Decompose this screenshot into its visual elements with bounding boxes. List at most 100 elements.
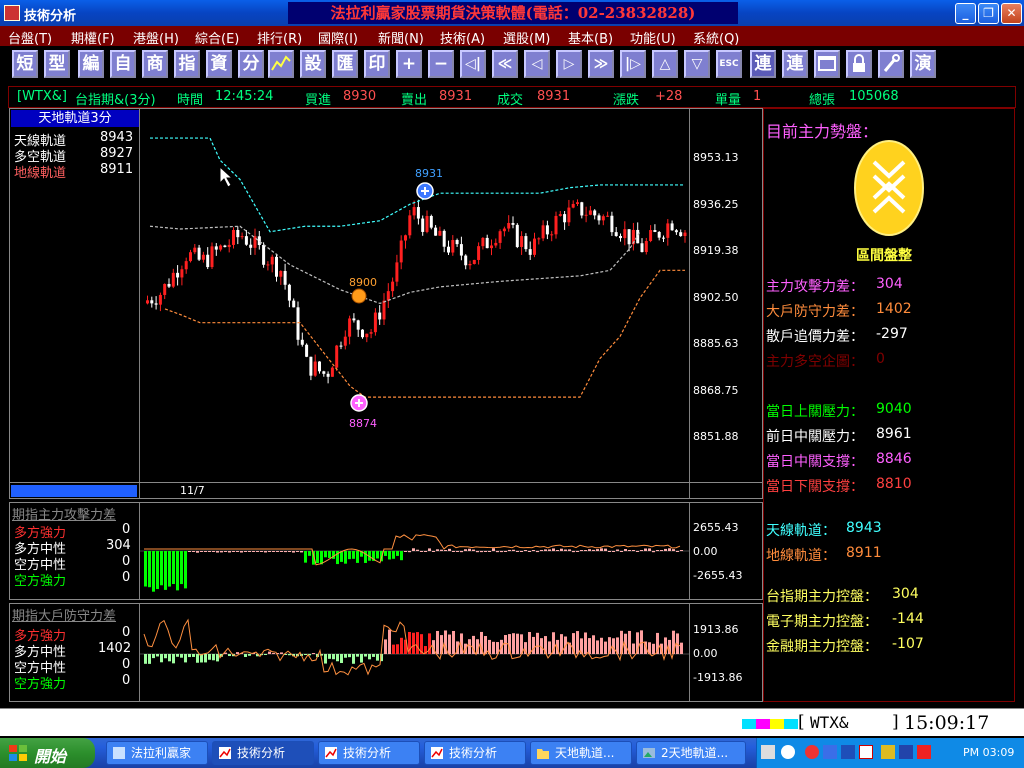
maximize-button[interactable]: ❐	[978, 3, 999, 24]
tray-app-icon-7[interactable]	[899, 745, 913, 759]
defense-bar	[272, 653, 275, 654]
last-page-button[interactable]: |▷	[620, 50, 646, 78]
zoom-out-button[interactable]: −	[428, 50, 454, 78]
tray-app-icon-1[interactable]	[761, 745, 775, 759]
minimize-button[interactable]: _	[955, 3, 976, 24]
defense-bar	[304, 654, 307, 655]
fast-back-button[interactable]: ≪	[492, 50, 518, 78]
defense-bar	[192, 654, 195, 657]
toolbar-minute-button[interactable]: 分	[238, 50, 264, 78]
chart-icon[interactable]	[268, 50, 294, 78]
up-button[interactable]: △	[652, 50, 678, 78]
candle-body	[674, 230, 678, 233]
tray-app-icon-5[interactable]	[859, 745, 873, 759]
attack-bar	[152, 551, 155, 592]
attack-bar	[388, 551, 391, 560]
toolbar-link2-button[interactable]: 連	[782, 50, 808, 78]
task-technical-analysis-2[interactable]: 技術分析	[318, 741, 420, 765]
close-button[interactable]: ✕	[1001, 3, 1022, 24]
menu-system[interactable]: 系統(Q)	[693, 28, 739, 47]
toolbar-print-button[interactable]: 印	[364, 50, 390, 78]
menu-functions[interactable]: 功能(U)	[630, 28, 676, 47]
attack-bar	[460, 551, 463, 553]
back-button[interactable]: ◁	[524, 50, 550, 78]
quote-name: 台指期&(3分)	[75, 93, 156, 108]
attack-bar	[488, 551, 491, 552]
level-upper-pressure-value: 9040	[876, 401, 912, 417]
fast-forward-button[interactable]: ≫	[588, 50, 614, 78]
candle-body	[240, 236, 244, 238]
toolbar-link-button[interactable]: 連	[750, 50, 776, 78]
lock-icon[interactable]	[846, 50, 872, 78]
tray-help-icon[interactable]	[781, 745, 795, 759]
start-button[interactable]: 開始	[0, 738, 95, 768]
toolbar-demo-button[interactable]: 演	[910, 50, 936, 78]
menu-stock-picking[interactable]: 選股(M)	[503, 28, 550, 47]
defense-histogram[interactable]	[140, 604, 689, 701]
candle-body	[300, 339, 304, 345]
toolbar-product-button[interactable]: 商	[142, 50, 168, 78]
tray-app-icon-8[interactable]	[917, 745, 931, 759]
first-page-button[interactable]: ◁|	[460, 50, 486, 78]
task-image-sky-rail[interactable]: 2天地軌道...	[636, 741, 746, 765]
toolbar-index-button[interactable]: 指	[174, 50, 200, 78]
candle-body	[193, 247, 197, 253]
tray-app-icon-4[interactable]	[841, 745, 855, 759]
app-icon	[113, 747, 125, 759]
menu-ranking[interactable]: 排行(R)	[257, 28, 302, 47]
toolbar-export-button[interactable]: 匯	[332, 50, 358, 78]
toolbar-short-button[interactable]: 短	[12, 50, 38, 78]
defense-bar	[548, 641, 551, 654]
toolbar-type-button[interactable]: 型	[44, 50, 70, 78]
attack-bar	[172, 551, 175, 585]
task-folder-sky-rail[interactable]: 天地軌道...	[530, 741, 632, 765]
menu-news[interactable]: 新聞(N)	[378, 28, 424, 47]
quote-change-label: 漲跌	[613, 93, 640, 108]
tools-icon[interactable]	[878, 50, 904, 78]
attack-histogram[interactable]	[140, 503, 689, 599]
tray-app-icon-3[interactable]	[823, 745, 837, 759]
attack-bar	[400, 551, 403, 561]
menu-fundamental[interactable]: 基本(B)	[568, 28, 613, 47]
candle-body	[550, 234, 554, 236]
toolbar-custom-button[interactable]: 自	[110, 50, 136, 78]
tray-app-icon-6[interactable]	[881, 745, 895, 759]
menu-hk[interactable]: 港盤(H)	[133, 28, 179, 47]
esc-button[interactable]: ESC	[716, 50, 742, 78]
forward-button[interactable]: ▷	[556, 50, 582, 78]
candlestick-chart[interactable]	[140, 109, 689, 481]
scroll-position-bar[interactable]	[11, 485, 137, 497]
menu-taipan[interactable]: 台盤(T)	[8, 28, 52, 47]
down-button[interactable]: ▽	[684, 50, 710, 78]
zoom-in-button[interactable]: +	[396, 50, 422, 78]
window-icon[interactable]	[814, 50, 840, 78]
candle-body	[541, 225, 545, 239]
defense-strong-long-value: 0	[122, 625, 131, 640]
menu-technical[interactable]: 技術(A)	[440, 28, 485, 47]
toolbar-settings-button[interactable]: 設	[300, 50, 326, 78]
attack-bar	[520, 551, 523, 552]
toolbar-data-button[interactable]: 資	[206, 50, 232, 78]
task-technical-analysis-3[interactable]: 技術分析	[424, 741, 526, 765]
attack-bar	[464, 549, 467, 551]
defense-bar	[168, 654, 171, 662]
attack-bar	[204, 551, 207, 552]
candle-body	[236, 229, 240, 238]
defense-bar	[652, 643, 655, 654]
attack-bar	[528, 551, 531, 552]
menu-composite[interactable]: 綜合(E)	[195, 28, 239, 47]
tray-app-icon-2[interactable]	[805, 745, 819, 759]
defense-bar	[376, 654, 379, 661]
candle-body	[524, 236, 528, 250]
menu-futures[interactable]: 期權(F)	[71, 28, 115, 47]
candle-body	[558, 214, 562, 216]
candle-body	[481, 237, 485, 247]
candle-body	[232, 229, 235, 245]
attack-bar	[572, 551, 575, 553]
attack-bar	[164, 551, 167, 590]
toolbar-edit-button[interactable]: 編	[78, 50, 104, 78]
menu-international[interactable]: 國際(I)	[318, 28, 358, 47]
defense-bar	[536, 632, 539, 654]
task-technical-analysis-1[interactable]: 技術分析	[212, 741, 314, 765]
task-ferrari-winner[interactable]: 法拉利贏家	[106, 741, 208, 765]
